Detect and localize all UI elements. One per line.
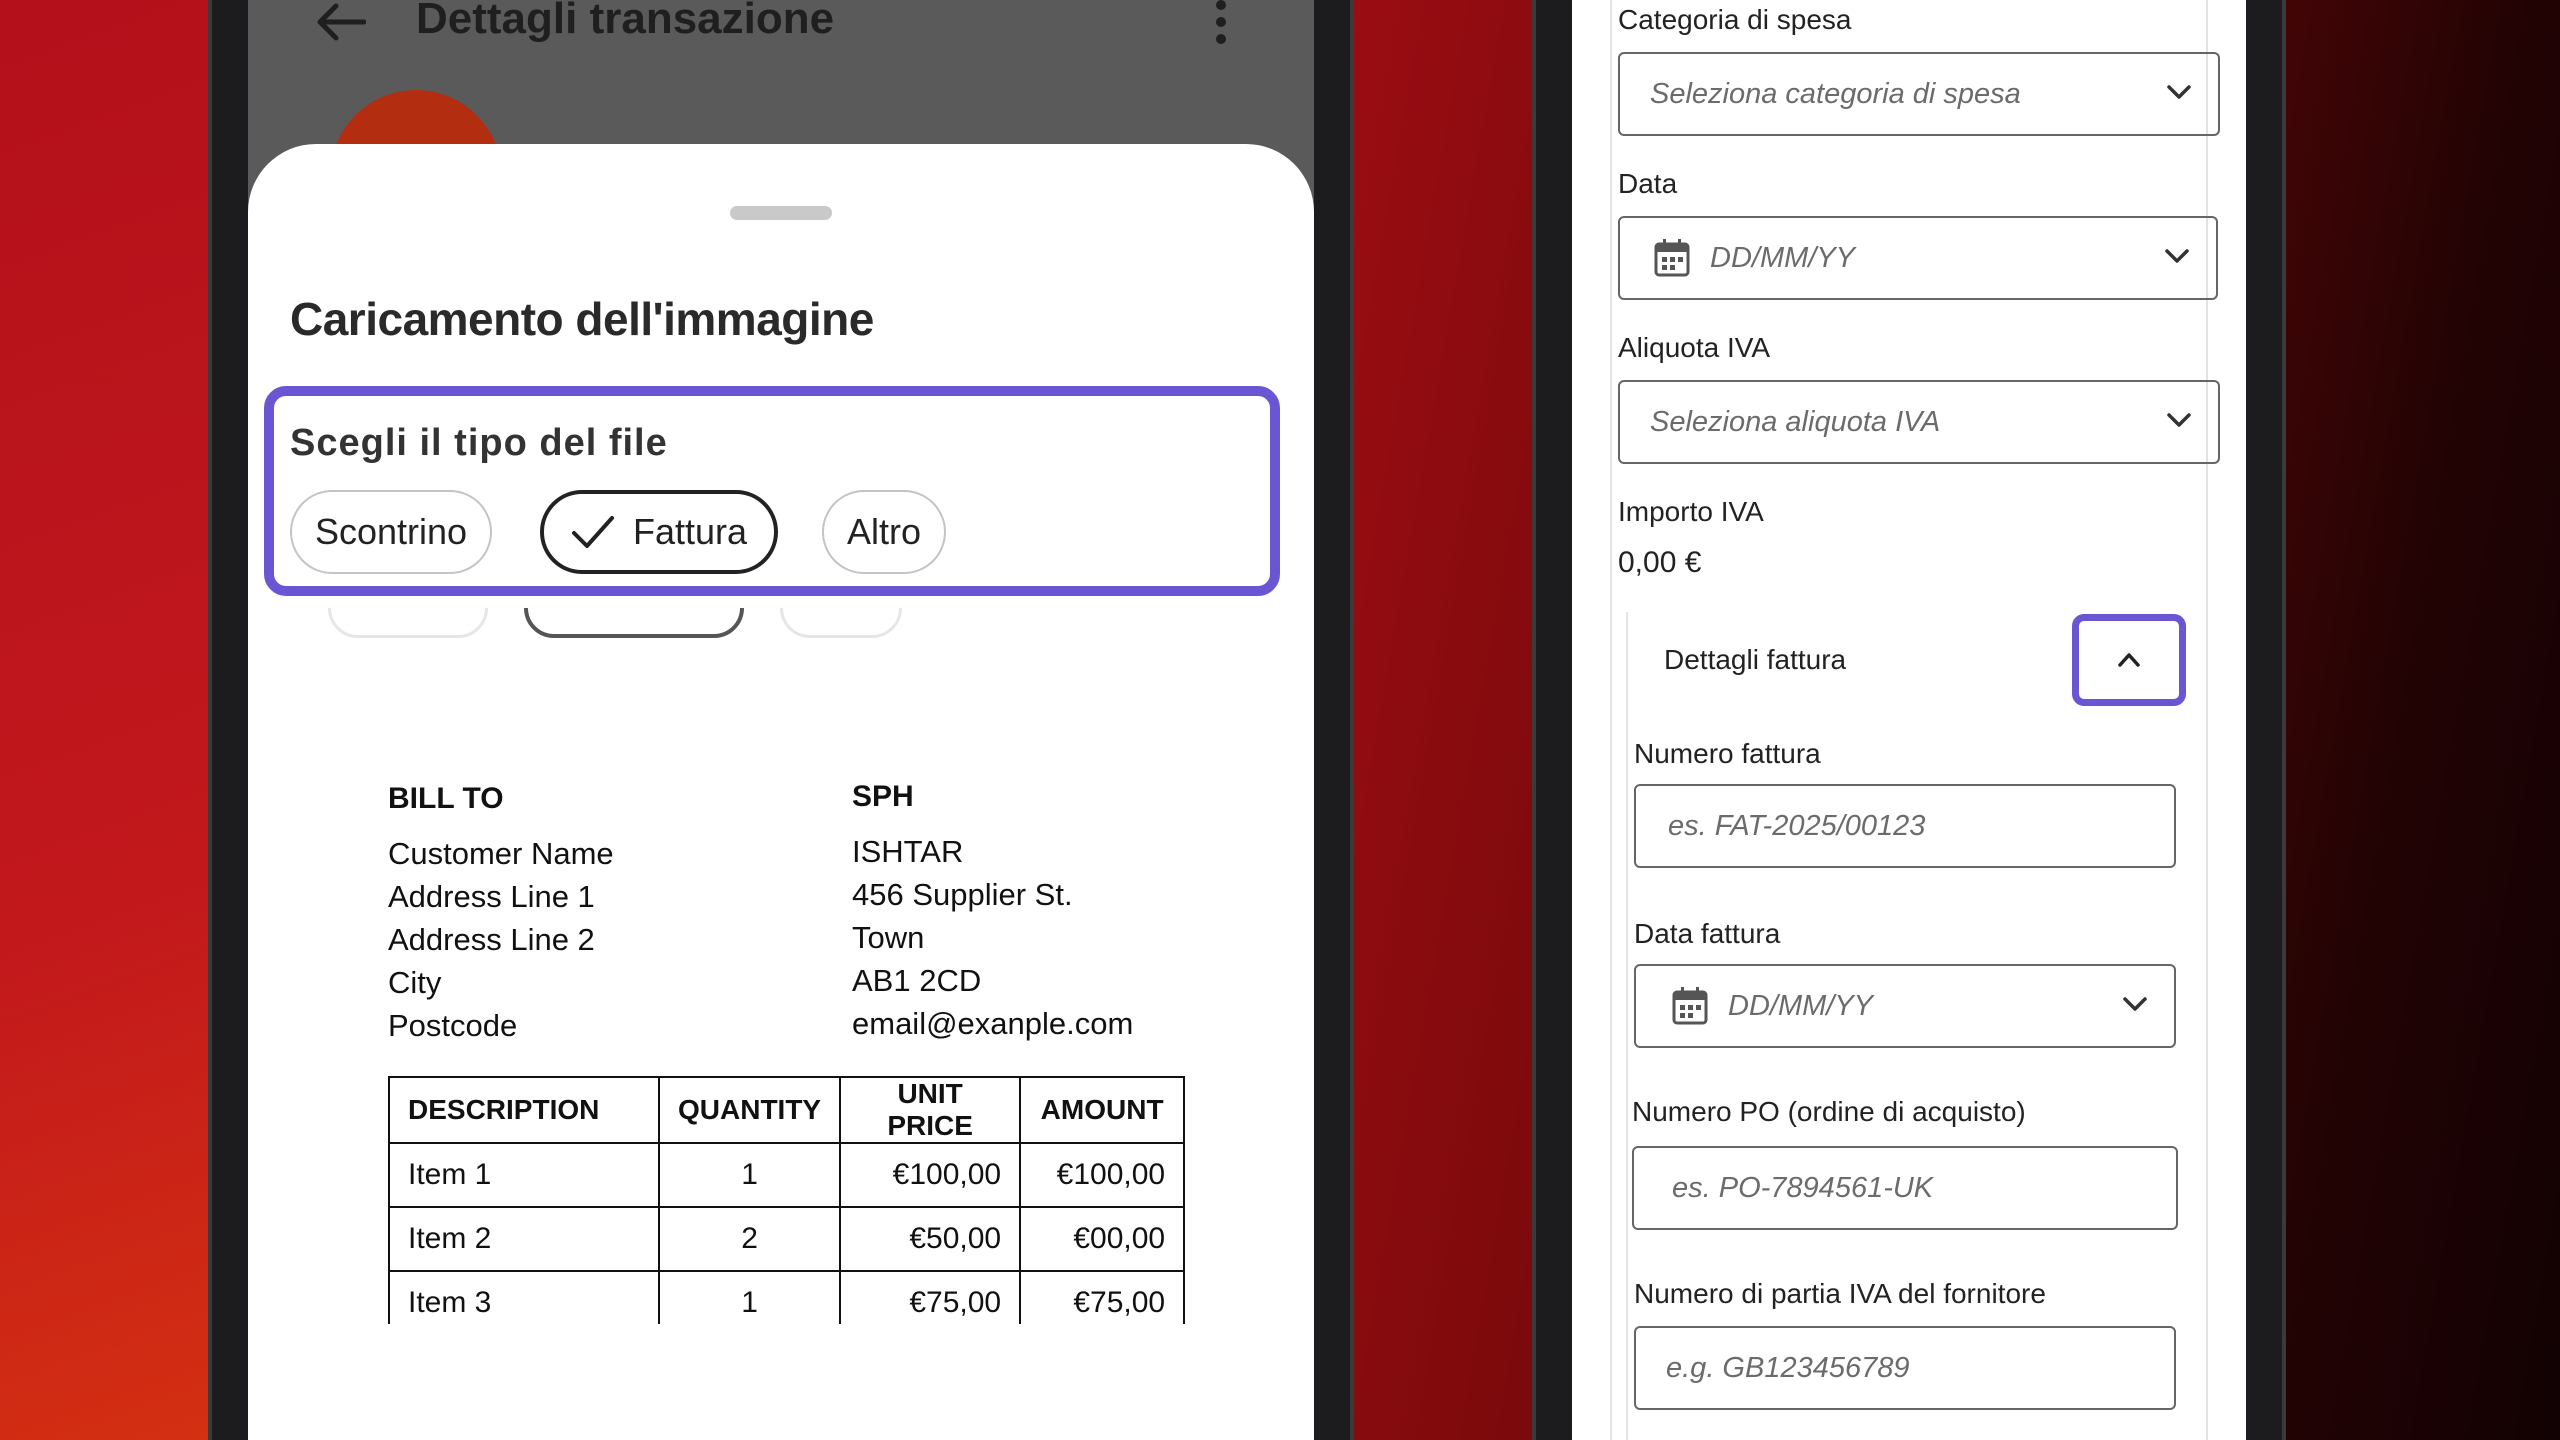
data-label: Data bbox=[1618, 168, 1678, 199]
table-cell: €100,00 bbox=[1019, 1142, 1186, 1208]
data-fattura-date-picker[interactable]: DD/MM/YY bbox=[1634, 964, 2176, 1048]
invoice-preview-image: BILL TO Customer Name Address Line 1 Add… bbox=[248, 764, 1314, 1324]
categoria-placeholder: Seleziona categoria di spesa bbox=[1650, 77, 2021, 110]
ghost-chip bbox=[524, 608, 744, 638]
calendar-icon bbox=[1672, 987, 1708, 1025]
supplier-line: Town bbox=[852, 920, 925, 955]
bill-to-line: Postcode bbox=[388, 1008, 518, 1043]
table-cell: €75,00 bbox=[1019, 1270, 1186, 1324]
numero-fattura-placeholder: es. FAT-2025/00123 bbox=[1668, 809, 1926, 842]
bill-to-line: Customer Name bbox=[388, 836, 614, 871]
dettagli-fattura-title: Dettagli fattura bbox=[1664, 644, 1847, 675]
chevron-down-icon bbox=[2167, 413, 2191, 427]
data-fattura-placeholder: DD/MM/YY bbox=[1728, 989, 1873, 1022]
chip-label: Scontrino bbox=[314, 511, 468, 552]
categoria-label: Categoria di spesa bbox=[1618, 4, 1852, 35]
calendar-icon bbox=[1654, 239, 1690, 277]
left-phone-screen: Dettagli transazione Caricamento dell'im… bbox=[248, 0, 1314, 1440]
aliquota-label: Aliquota IVA bbox=[1618, 332, 1771, 363]
table-row: Item 1 1 €100,00 €100,00 bbox=[388, 1142, 1186, 1208]
numero-po-input[interactable]: es. PO-7894561-UK bbox=[1632, 1146, 2178, 1230]
bill-to-heading: BILL TO bbox=[388, 782, 504, 815]
table-row: Item 2 2 €50,00 €00,00 bbox=[388, 1206, 1186, 1272]
aliquota-select[interactable]: Seleziona aliquota IVA bbox=[1618, 380, 2220, 464]
invoice-table: DESCRIPTION QUANTITY UNIT PRICE AMOUNT I… bbox=[388, 1076, 1186, 1324]
partita-iva-input[interactable]: e.g. GB123456789 bbox=[1634, 1326, 2176, 1410]
table-cell: Item 2 bbox=[388, 1206, 660, 1272]
supplier-line: AB1 2CD bbox=[852, 963, 982, 998]
more-vert-icon[interactable] bbox=[1214, 0, 1228, 46]
chip-label: Fattura bbox=[632, 511, 748, 552]
importo-label: Importo IVA bbox=[1618, 496, 1764, 527]
supplier-line: ISHTAR bbox=[852, 834, 964, 869]
column-header: DESCRIPTION bbox=[388, 1076, 660, 1144]
left-phone-frame: Dettagli transazione Caricamento dell'im… bbox=[208, 0, 1354, 1440]
chevron-down-icon bbox=[2165, 249, 2189, 263]
table-cell: 1 bbox=[657, 1142, 842, 1208]
table-cell: €75,00 bbox=[839, 1270, 1022, 1324]
data-date-picker[interactable]: DD/MM/YY bbox=[1618, 216, 2218, 300]
numero-fattura-label: Numero fattura bbox=[1634, 738, 1821, 769]
right-phone-screen: Categoria di spesa Seleziona categoria d… bbox=[1572, 0, 2246, 1440]
page-title: Dettagli transazione bbox=[416, 0, 835, 43]
content-border-left bbox=[1610, 0, 1612, 1440]
table-cell: Item 1 bbox=[388, 1142, 660, 1208]
supplier-line: 456 Supplier St. bbox=[852, 877, 1073, 912]
table-cell: 1 bbox=[657, 1270, 842, 1324]
partita-iva-placeholder: e.g. GB123456789 bbox=[1666, 1351, 1910, 1384]
numero-po-label: Numero PO (ordine di acquisto) bbox=[1632, 1096, 2026, 1127]
chip-fattura[interactable]: Fattura bbox=[540, 490, 778, 574]
supplier-line: email@exanple.com bbox=[852, 1006, 1134, 1041]
partita-iva-label: Numero di partia IVA del fornitore bbox=[1634, 1278, 2046, 1309]
bottom-sheet: Caricamento dell'immagine Scegli il tipo… bbox=[248, 144, 1314, 1440]
column-header: AMOUNT bbox=[1019, 1076, 1186, 1144]
importo-value: 0,00 € bbox=[1618, 546, 1702, 579]
right-phone-frame: Categoria di spesa Seleziona categoria d… bbox=[1532, 0, 2286, 1440]
app-bar: Dettagli transazione bbox=[248, 0, 1314, 60]
bill-to-line: City bbox=[388, 965, 442, 1000]
chevron-up-icon bbox=[2118, 653, 2140, 667]
categoria-select[interactable]: Seleziona categoria di spesa bbox=[1618, 52, 2220, 136]
bill-to-line: Address Line 1 bbox=[388, 879, 595, 914]
ghost-chip bbox=[328, 608, 488, 638]
chip-altro[interactable]: Altro bbox=[822, 490, 946, 574]
chevron-down-icon bbox=[2123, 997, 2147, 1011]
chevron-down-icon bbox=[2167, 85, 2191, 99]
table-cell: €50,00 bbox=[839, 1206, 1022, 1272]
collapse-button[interactable] bbox=[2072, 614, 2186, 706]
ghost-chip bbox=[780, 608, 902, 638]
column-header: QUANTITY bbox=[657, 1076, 842, 1144]
arrow-left-icon[interactable] bbox=[314, 0, 366, 46]
check-icon bbox=[571, 516, 614, 548]
column-header: UNIT PRICE bbox=[839, 1076, 1022, 1144]
table-cell: €00,00 bbox=[1019, 1206, 1186, 1272]
table-row: Item 3 1 €75,00 €75,00 bbox=[388, 1270, 1186, 1324]
data-fattura-label: Data fattura bbox=[1634, 918, 1781, 949]
supplier-heading: SPH bbox=[852, 780, 914, 813]
table-header-row: DESCRIPTION QUANTITY UNIT PRICE AMOUNT bbox=[388, 1076, 1186, 1144]
chip-label: Altro bbox=[846, 511, 922, 552]
data-placeholder: DD/MM/YY bbox=[1710, 241, 1855, 274]
aliquota-placeholder: Seleziona aliquota IVA bbox=[1650, 405, 1941, 438]
table-cell: €100,00 bbox=[839, 1142, 1022, 1208]
ghost-chips-behind bbox=[328, 608, 948, 658]
sheet-title: Caricamento dell'immagine bbox=[290, 293, 874, 345]
sheet-drag-handle[interactable] bbox=[730, 206, 832, 220]
table-cell: Item 3 bbox=[388, 1270, 660, 1324]
numero-po-placeholder: es. PO-7894561-UK bbox=[1672, 1171, 1934, 1204]
table-cell: 2 bbox=[657, 1206, 842, 1272]
bill-to-line: Address Line 2 bbox=[388, 922, 595, 957]
chip-scontrino[interactable]: Scontrino bbox=[290, 490, 492, 574]
file-type-label: Scegli il tipo del file bbox=[290, 422, 668, 464]
numero-fattura-input[interactable]: es. FAT-2025/00123 bbox=[1634, 784, 2176, 868]
